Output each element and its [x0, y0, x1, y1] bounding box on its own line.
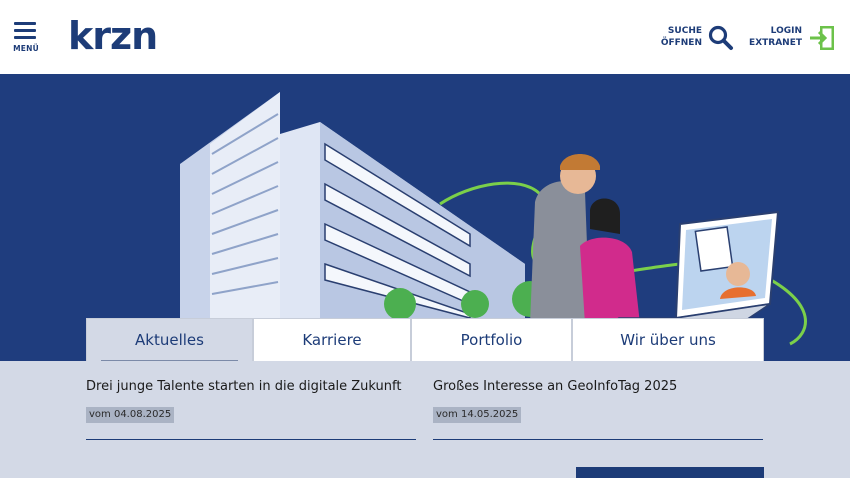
login-label: LOGIN EXTRANET: [749, 26, 802, 48]
news-title[interactable]: Drei junge Talente starten in die digita…: [86, 378, 416, 396]
news-date: vom 14.05.2025: [433, 407, 522, 423]
menu-label: MENÜ: [13, 44, 39, 53]
hamburger-icon: [14, 29, 36, 32]
news-panel: Drei junge Talente starten in die digita…: [0, 361, 850, 478]
news-divider: [86, 439, 416, 440]
login-icon: [810, 26, 834, 50]
news-item[interactable]: Drei junge Talente starten in die digita…: [86, 378, 416, 423]
krzn-logo[interactable]: krzn: [68, 14, 158, 58]
site-header: MENÜ krzn SUCHE ÖFFNEN LOGIN EXTRANET: [0, 0, 850, 74]
news-title[interactable]: Großes Interesse an GeoInfoTag 2025: [433, 378, 763, 396]
tab-karriere[interactable]: Karriere: [253, 318, 411, 361]
search-icon: [708, 25, 733, 50]
login-extranet-button[interactable]: LOGIN EXTRANET: [748, 22, 840, 54]
hamburger-icon: [14, 22, 36, 25]
search-label: SUCHE ÖFFNEN: [660, 26, 702, 48]
tab-aktuelles[interactable]: Aktuelles: [86, 318, 253, 361]
hamburger-icon: [14, 36, 36, 39]
tab-portfolio[interactable]: Portfolio: [411, 318, 572, 361]
tab-wir-ueber-uns[interactable]: Wir über uns: [572, 318, 764, 361]
news-date: vom 04.08.2025: [86, 407, 175, 423]
news-divider: [433, 439, 763, 440]
search-button[interactable]: SUCHE ÖFFNEN: [660, 22, 740, 54]
menu-button[interactable]: MENÜ: [12, 20, 40, 56]
content-tabs: Aktuelles Karriere Portfolio Wir über un…: [86, 318, 764, 361]
news-item[interactable]: Großes Interesse an GeoInfoTag 2025 vom …: [433, 378, 763, 423]
more-news-button[interactable]: [576, 467, 764, 478]
